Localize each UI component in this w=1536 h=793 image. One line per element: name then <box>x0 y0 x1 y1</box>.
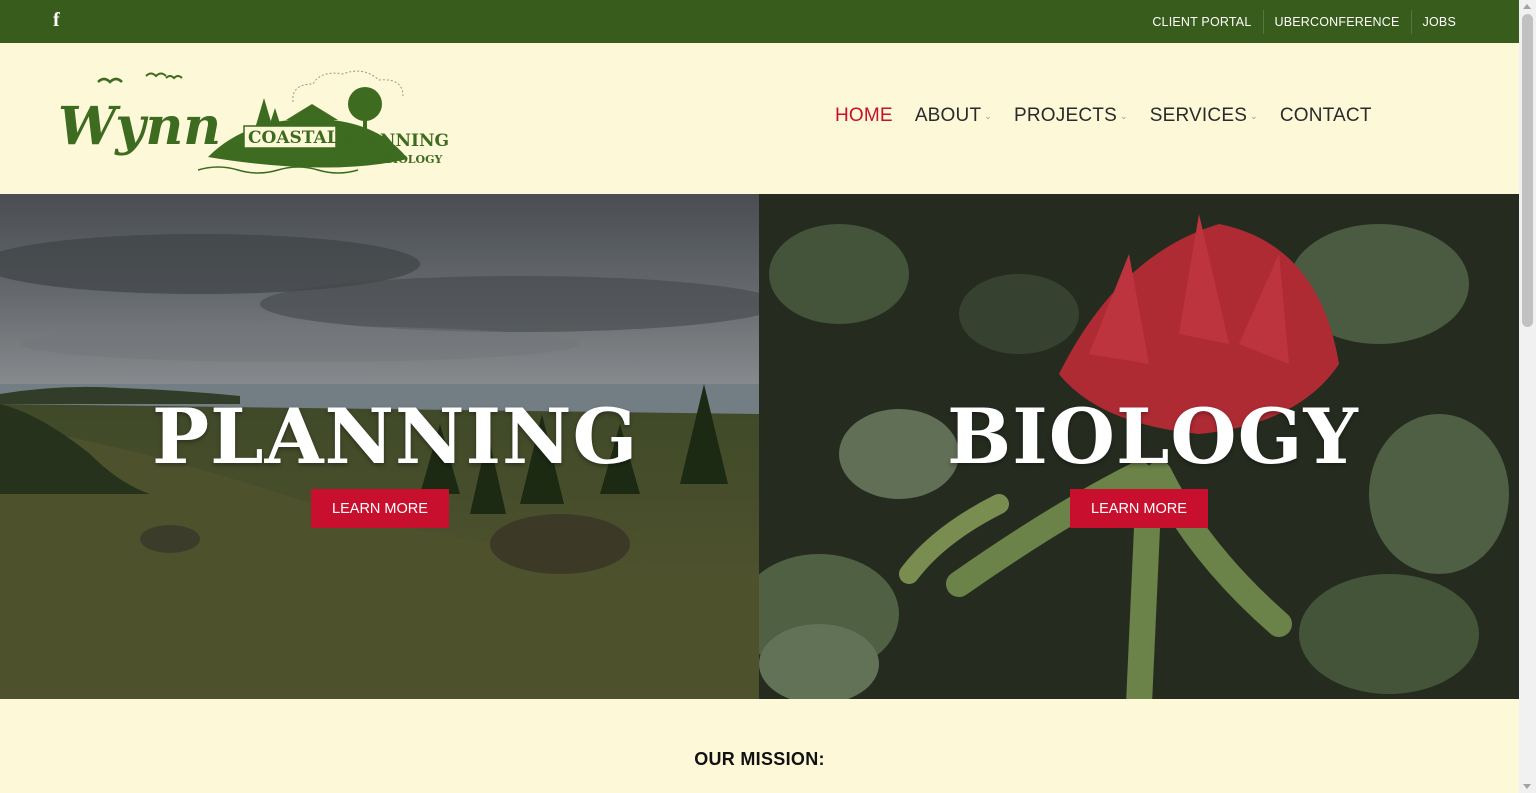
nav-item-services[interactable]: SERVICES ⌄ <box>1150 105 1258 127</box>
scroll-up-icon[interactable] <box>1523 4 1531 9</box>
chevron-down-icon: ⌄ <box>984 110 993 121</box>
nav-item-label: HOME <box>835 105 893 126</box>
scrollbar-thumb[interactable] <box>1522 14 1533 327</box>
chevron-down-icon: ⌄ <box>1250 110 1258 121</box>
logo-line2: PLANNING <box>342 131 448 151</box>
main-nav: HOME ABOUT ⌄ PROJECTS ⌄ SERVICES ⌄ CONTA… <box>835 105 1394 127</box>
top-links: CLIENT PORTAL UBERCONFERENCE JOBS <box>1141 0 1467 43</box>
mission-heading: OUR MISSION: <box>694 749 825 769</box>
nav-item-label: SERVICES <box>1149 105 1248 126</box>
jobs-link[interactable]: JOBS <box>1410 9 1467 34</box>
scroll-down-icon[interactable] <box>1523 784 1531 789</box>
biology-learn-more-button[interactable]: LEARN MORE <box>1070 489 1208 528</box>
top-bar: f CLIENT PORTAL UBERCONFERENCE JOBS <box>0 0 1519 43</box>
biology-hero[interactable]: BIOLOGY LEARN MORE <box>759 194 1519 699</box>
logo-script-text: Wynn <box>58 96 221 157</box>
logo-line3: & BIOLOGY <box>370 153 442 166</box>
nav-item-label: CONTACT <box>1279 105 1372 126</box>
page-scrollbar[interactable] <box>1519 0 1536 793</box>
nav-item-label: ABOUT <box>914 105 982 126</box>
uberconference-link[interactable]: UBERCONFERENCE <box>1262 9 1411 34</box>
client-portal-link[interactable]: CLIENT PORTAL <box>1141 10 1262 34</box>
chevron-down-icon: ⌄ <box>1119 110 1128 121</box>
planning-title: PLANNING <box>152 392 639 481</box>
planning-hero[interactable]: PLANNING LEARN MORE <box>0 194 759 699</box>
site-header: Wynn COASTAL PLANNING & BIOLOGY HOME ABO… <box>0 43 1519 194</box>
planning-learn-more-button[interactable]: LEARN MORE <box>311 489 449 528</box>
nav-item-projects[interactable]: PROJECTS ⌄ <box>1014 105 1128 127</box>
site-logo[interactable]: Wynn COASTAL PLANNING & BIOLOGY <box>58 62 448 180</box>
facebook-icon[interactable]: f <box>53 10 60 30</box>
nav-item-home[interactable]: HOME <box>835 105 893 127</box>
nav-item-about[interactable]: ABOUT ⌄ <box>915 105 992 127</box>
logo-line1: COASTAL <box>248 128 339 148</box>
nav-item-label: PROJECTS <box>1014 105 1117 126</box>
biology-title: BIOLOGY <box>947 392 1359 481</box>
nav-item-contact[interactable]: CONTACT <box>1280 105 1372 127</box>
